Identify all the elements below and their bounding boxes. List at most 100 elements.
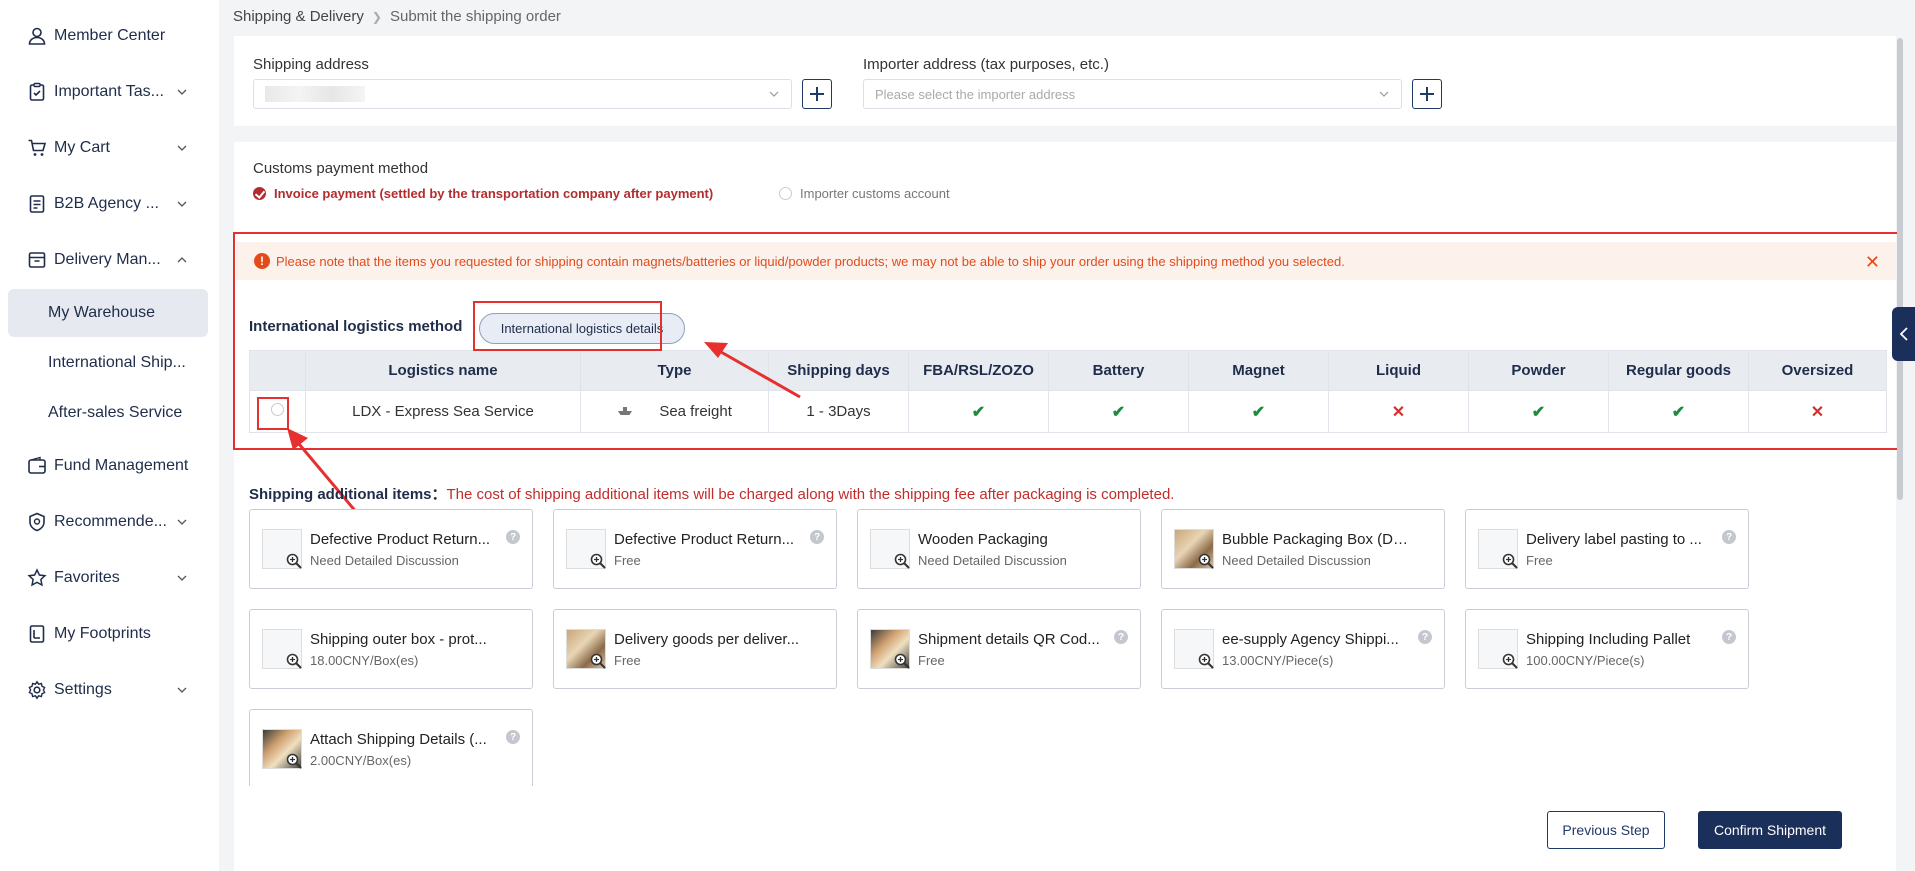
customs-option-invoice-label: Invoice payment (settled by the transpor… [274,186,714,201]
sidebar-item-my-cart[interactable]: My Cart [0,124,219,172]
additional-item-card[interactable]: Shipping Including Pallet 100.00CNY/Piece… [1465,609,1749,689]
zoom-icon[interactable] [893,552,911,570]
chevron-down-icon [177,519,187,525]
item-name: Shipment details QR Cod... [918,631,1100,648]
chevron-down-icon [177,145,187,151]
chevron-down-icon [177,687,187,693]
item-thumbnail[interactable] [870,529,910,569]
zoom-icon[interactable] [1501,552,1519,570]
zoom-icon[interactable] [285,552,303,570]
add-shipping-address-button[interactable] [802,79,832,109]
scrollbar-thumb[interactable] [1897,38,1903,500]
chevron-right-icon: ❯ [371,9,382,24]
item-thumbnail[interactable] [1174,529,1214,569]
importer-address-placeholder: Please select the importer address [875,86,1076,102]
plus-icon [810,87,824,101]
item-name: Wooden Packaging [918,531,1048,548]
help-icon[interactable]: ? [1114,630,1128,644]
zoom-icon[interactable] [893,652,911,670]
sidebar-item-delivery-management[interactable]: Delivery Man... [0,236,219,284]
star-icon [27,568,47,587]
zoom-icon[interactable] [589,552,607,570]
zoom-icon[interactable] [285,652,303,670]
breadcrumb: Shipping & Delivery ❯ Submit the shippin… [233,8,561,25]
additional-item-card[interactable]: Defective Product Return... Need Detailed… [249,509,533,589]
item-name: Shipping outer box - prot... [310,631,487,648]
sidebar-item-b2b-agency[interactable]: B2B Agency ... [0,180,219,228]
additional-item-card[interactable]: Shipping outer box - prot... 18.00CNY/Box… [249,609,533,689]
confirm-shipment-button[interactable]: Confirm Shipment [1698,811,1842,849]
zoom-icon[interactable] [1197,652,1215,670]
item-thumbnail[interactable] [566,529,606,569]
additional-item-card[interactable]: Delivery label pasting to ... Free? [1465,509,1749,589]
item-name: Bubble Packaging Box (Do... [1222,531,1412,548]
sidebar-subitem-international-shipping[interactable]: International Ship... [8,339,208,387]
zoom-icon[interactable] [589,652,607,670]
sidebar-item-member-center[interactable]: Member Center [0,12,219,60]
importer-address-select[interactable]: Please select the importer address [863,79,1402,109]
sidebar-item-label: B2B Agency ... [54,195,159,212]
item-price: Need Detailed Discussion [918,553,1067,568]
box-icon [28,252,46,268]
item-thumbnail[interactable] [262,529,302,569]
sidebar-item-recommended[interactable]: Recommende... [0,498,219,546]
help-icon[interactable]: ? [1722,530,1736,544]
additional-item-card[interactable]: ee-supply Agency Shippi... 13.00CNY/Piece… [1161,609,1445,689]
additional-item-card[interactable]: Defective Product Return... Free? [553,509,837,589]
item-thumbnail[interactable] [1478,529,1518,569]
help-icon[interactable]: ? [810,530,824,544]
zoom-icon[interactable] [1197,552,1215,570]
item-thumbnail[interactable] [1478,629,1518,669]
chevron-down-icon [1379,91,1389,97]
customs-payment-label: Customs payment method [253,160,429,177]
footprint-icon [29,625,45,643]
sidebar-item-my-footprints[interactable]: My Footprints [0,610,219,658]
item-thumbnail[interactable] [870,629,910,669]
zoom-icon[interactable] [1501,652,1519,670]
chevron-left-icon [1899,327,1908,341]
help-icon[interactable]: ? [1418,630,1432,644]
add-importer-address-button[interactable] [1412,79,1442,109]
additional-item-card[interactable]: Bubble Packaging Box (Do... Need Detailed… [1161,509,1445,589]
item-name: Delivery label pasting to ... [1526,531,1702,548]
additional-item-card[interactable]: Shipment details QR Cod... Free? [857,609,1141,689]
item-price: 18.00CNY/Box(es) [310,653,419,668]
item-thumbnail[interactable] [566,629,606,669]
breadcrumb-parent[interactable]: Shipping & Delivery [233,8,364,25]
customs-option-importer[interactable]: Importer customs account [779,186,950,201]
sidebar-item-label: Favorites [54,569,120,586]
sidebar-subitem-my-warehouse[interactable]: My Warehouse [8,289,208,337]
item-name: Defective Product Return... [310,531,491,548]
sidebar-item-favorites[interactable]: Favorites [0,554,219,602]
sidebar-item-important-tasks[interactable]: Important Tas... [0,68,219,116]
help-icon[interactable]: ? [1722,630,1736,644]
additional-item-card[interactable]: Delivery goods per deliver... Free [553,609,837,689]
item-price: Free [918,653,945,668]
panel-toggle-button[interactable] [1892,307,1915,361]
help-icon[interactable]: ? [506,730,520,744]
zoom-icon[interactable] [285,752,303,770]
sidebar-item-fund-management[interactable]: Fund Management [0,442,219,490]
item-price: Need Detailed Discussion [310,553,459,568]
item-thumbnail[interactable] [1174,629,1214,669]
help-icon[interactable]: ? [506,530,520,544]
chevron-up-icon [177,257,187,263]
item-thumbnail[interactable] [262,729,302,769]
sidebar-item-label: Fund Management [54,457,189,474]
item-name: Shipping Including Pallet [1526,631,1691,648]
sidebar-subitem-after-sales[interactable]: After-sales Service [8,389,208,437]
additional-item-card[interactable]: Wooden Packaging Need Detailed Discussion [857,509,1141,589]
item-name: Delivery goods per deliver... [614,631,800,648]
previous-step-button[interactable]: Previous Step [1547,811,1665,849]
sidebar-item-label: Settings [54,681,112,698]
sidebar-item-settings[interactable]: Settings [0,666,219,714]
item-thumbnail[interactable] [262,629,302,669]
plus-icon [1420,87,1434,101]
sidebar-item-label: My Footprints [54,625,151,642]
sidebar: Member Center Important Tas... My Cart B… [0,0,219,871]
shipping-address-select[interactable] [253,79,792,109]
customs-option-invoice[interactable]: Invoice payment (settled by the transpor… [253,186,713,201]
sidebar-item-label: My Cart [54,139,110,156]
item-price: Need Detailed Discussion [1222,553,1371,568]
additional-item-card[interactable]: Attach Shipping Details (... 2.00CNY/Box(… [249,709,533,789]
